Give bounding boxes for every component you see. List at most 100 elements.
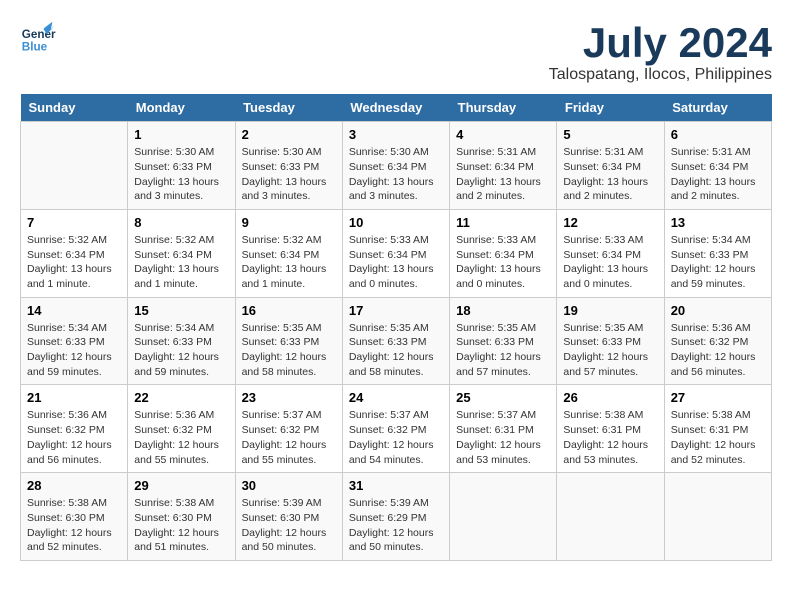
header-monday: Monday: [128, 94, 235, 122]
title-block: July 2024 Talospatang, Ilocos, Philippin…: [549, 20, 772, 84]
calendar-cell: [664, 473, 771, 561]
cell-info: Sunrise: 5:37 AM Sunset: 6:32 PM Dayligh…: [349, 408, 443, 467]
cell-info: Sunrise: 5:30 AM Sunset: 6:33 PM Dayligh…: [134, 145, 228, 204]
calendar-table: SundayMondayTuesdayWednesdayThursdayFrid…: [20, 94, 772, 561]
day-number: 20: [671, 303, 765, 318]
cell-info: Sunrise: 5:36 AM Sunset: 6:32 PM Dayligh…: [671, 321, 765, 380]
day-number: 13: [671, 215, 765, 230]
header-wednesday: Wednesday: [342, 94, 449, 122]
calendar-cell: 25Sunrise: 5:37 AM Sunset: 6:31 PM Dayli…: [450, 385, 557, 473]
calendar-cell: 13 Sunrise: 5:34 AM Sunset: 6:33 PM Dayli…: [664, 209, 771, 297]
day-number: 11: [456, 215, 550, 230]
day-number: 28: [27, 478, 121, 493]
day-number: 6: [671, 127, 765, 142]
day-number: 5: [563, 127, 657, 142]
calendar-cell: 16 Sunrise: 5:35 AM Sunset: 6:33 PM Dayli…: [235, 297, 342, 385]
calendar-cell: 27 Sunrise: 5:38 AM Sunset: 6:31 PM Dayli…: [664, 385, 771, 473]
cell-info: Sunrise: 5:31 AM Sunset: 6:34 PM Dayligh…: [671, 145, 765, 204]
calendar-week-row: 14Sunrise: 5:34 AM Sunset: 6:33 PM Dayli…: [21, 297, 772, 385]
calendar-cell: 9Sunrise: 5:32 AM Sunset: 6:34 PM Daylig…: [235, 209, 342, 297]
calendar-week-row: 7 Sunrise: 5:32 AM Sunset: 6:34 PM Daylig…: [21, 209, 772, 297]
day-number: 24: [349, 390, 443, 405]
header-saturday: Saturday: [664, 94, 771, 122]
calendar-cell: 5 Sunrise: 5:31 AM Sunset: 6:34 PM Daylig…: [557, 122, 664, 210]
calendar-header-row: SundayMondayTuesdayWednesdayThursdayFrid…: [21, 94, 772, 122]
logo: General Blue: [20, 20, 56, 56]
day-number: 4: [456, 127, 550, 142]
calendar-cell: [557, 473, 664, 561]
cell-info: Sunrise: 5:34 AM Sunset: 6:33 PM Dayligh…: [671, 233, 765, 292]
calendar-cell: 18 Sunrise: 5:35 AM Sunset: 6:33 PM Dayli…: [450, 297, 557, 385]
cell-info: Sunrise: 5:32 AM Sunset: 6:34 PM Dayligh…: [134, 233, 228, 292]
cell-info: Sunrise: 5:31 AM Sunset: 6:34 PM Dayligh…: [563, 145, 657, 204]
calendar-cell: 23 Sunrise: 5:37 AM Sunset: 6:32 PM Dayli…: [235, 385, 342, 473]
day-number: 30: [242, 478, 336, 493]
header-friday: Friday: [557, 94, 664, 122]
cell-info: Sunrise: 5:30 AM Sunset: 6:33 PM Dayligh…: [242, 145, 336, 204]
calendar-cell: 8Sunrise: 5:32 AM Sunset: 6:34 PM Daylig…: [128, 209, 235, 297]
day-number: 1: [134, 127, 228, 142]
day-number: 23: [242, 390, 336, 405]
calendar-cell: 4 Sunrise: 5:31 AM Sunset: 6:34 PM Daylig…: [450, 122, 557, 210]
cell-info: Sunrise: 5:38 AM Sunset: 6:30 PM Dayligh…: [27, 496, 121, 555]
day-number: 31: [349, 478, 443, 493]
day-number: 7: [27, 215, 121, 230]
calendar-week-row: 1 Sunrise: 5:30 AM Sunset: 6:33 PM Daylig…: [21, 122, 772, 210]
cell-info: Sunrise: 5:31 AM Sunset: 6:34 PM Dayligh…: [456, 145, 550, 204]
calendar-cell: 19 Sunrise: 5:35 AM Sunset: 6:33 PM Dayli…: [557, 297, 664, 385]
header-thursday: Thursday: [450, 94, 557, 122]
calendar-cell: 11 Sunrise: 5:33 AM Sunset: 6:34 PM Dayli…: [450, 209, 557, 297]
cell-info: Sunrise: 5:37 AM Sunset: 6:32 PM Dayligh…: [242, 408, 336, 467]
cell-info: Sunrise: 5:35 AM Sunset: 6:33 PM Dayligh…: [456, 321, 550, 380]
day-number: 29: [134, 478, 228, 493]
cell-info: Sunrise: 5:32 AM Sunset: 6:34 PM Dayligh…: [27, 233, 121, 292]
day-number: 3: [349, 127, 443, 142]
calendar-cell: [21, 122, 128, 210]
calendar-week-row: 21 Sunrise: 5:36 AM Sunset: 6:32 PM Dayli…: [21, 385, 772, 473]
day-number: 21: [27, 390, 121, 405]
day-number: 10: [349, 215, 443, 230]
day-number: 26: [563, 390, 657, 405]
calendar-cell: 29Sunrise: 5:38 AM Sunset: 6:30 PM Dayli…: [128, 473, 235, 561]
calendar-cell: 22Sunrise: 5:36 AM Sunset: 6:32 PM Dayli…: [128, 385, 235, 473]
calendar-cell: 3 Sunrise: 5:30 AM Sunset: 6:34 PM Daylig…: [342, 122, 449, 210]
cell-info: Sunrise: 5:33 AM Sunset: 6:34 PM Dayligh…: [563, 233, 657, 292]
logo-icon: General Blue: [20, 20, 56, 56]
day-number: 27: [671, 390, 765, 405]
calendar-cell: 2 Sunrise: 5:30 AM Sunset: 6:33 PM Daylig…: [235, 122, 342, 210]
cell-info: Sunrise: 5:35 AM Sunset: 6:33 PM Dayligh…: [242, 321, 336, 380]
cell-info: Sunrise: 5:33 AM Sunset: 6:34 PM Dayligh…: [349, 233, 443, 292]
main-title: July 2024: [549, 20, 772, 66]
cell-info: Sunrise: 5:34 AM Sunset: 6:33 PM Dayligh…: [27, 321, 121, 380]
page-header: General Blue July 2024 Talospatang, Iloc…: [20, 20, 772, 84]
cell-info: Sunrise: 5:36 AM Sunset: 6:32 PM Dayligh…: [27, 408, 121, 467]
calendar-cell: [450, 473, 557, 561]
header-tuesday: Tuesday: [235, 94, 342, 122]
calendar-week-row: 28 Sunrise: 5:38 AM Sunset: 6:30 PM Dayli…: [21, 473, 772, 561]
calendar-cell: 30 Sunrise: 5:39 AM Sunset: 6:30 PM Dayli…: [235, 473, 342, 561]
header-sunday: Sunday: [21, 94, 128, 122]
calendar-cell: 6 Sunrise: 5:31 AM Sunset: 6:34 PM Daylig…: [664, 122, 771, 210]
calendar-cell: 17Sunrise: 5:35 AM Sunset: 6:33 PM Dayli…: [342, 297, 449, 385]
cell-info: Sunrise: 5:38 AM Sunset: 6:31 PM Dayligh…: [671, 408, 765, 467]
calendar-cell: 7 Sunrise: 5:32 AM Sunset: 6:34 PM Daylig…: [21, 209, 128, 297]
cell-info: Sunrise: 5:39 AM Sunset: 6:30 PM Dayligh…: [242, 496, 336, 555]
calendar-cell: 10 Sunrise: 5:33 AM Sunset: 6:34 PM Dayli…: [342, 209, 449, 297]
calendar-cell: 28 Sunrise: 5:38 AM Sunset: 6:30 PM Dayli…: [21, 473, 128, 561]
day-number: 18: [456, 303, 550, 318]
cell-info: Sunrise: 5:35 AM Sunset: 6:33 PM Dayligh…: [349, 321, 443, 380]
calendar-cell: 1 Sunrise: 5:30 AM Sunset: 6:33 PM Daylig…: [128, 122, 235, 210]
svg-text:Blue: Blue: [22, 41, 48, 54]
day-number: 16: [242, 303, 336, 318]
cell-info: Sunrise: 5:35 AM Sunset: 6:33 PM Dayligh…: [563, 321, 657, 380]
cell-info: Sunrise: 5:30 AM Sunset: 6:34 PM Dayligh…: [349, 145, 443, 204]
day-number: 2: [242, 127, 336, 142]
calendar-cell: 15Sunrise: 5:34 AM Sunset: 6:33 PM Dayli…: [128, 297, 235, 385]
cell-info: Sunrise: 5:33 AM Sunset: 6:34 PM Dayligh…: [456, 233, 550, 292]
calendar-cell: 21 Sunrise: 5:36 AM Sunset: 6:32 PM Dayli…: [21, 385, 128, 473]
cell-info: Sunrise: 5:34 AM Sunset: 6:33 PM Dayligh…: [134, 321, 228, 380]
day-number: 12: [563, 215, 657, 230]
day-number: 19: [563, 303, 657, 318]
calendar-cell: 20 Sunrise: 5:36 AM Sunset: 6:32 PM Dayli…: [664, 297, 771, 385]
day-number: 25: [456, 390, 550, 405]
